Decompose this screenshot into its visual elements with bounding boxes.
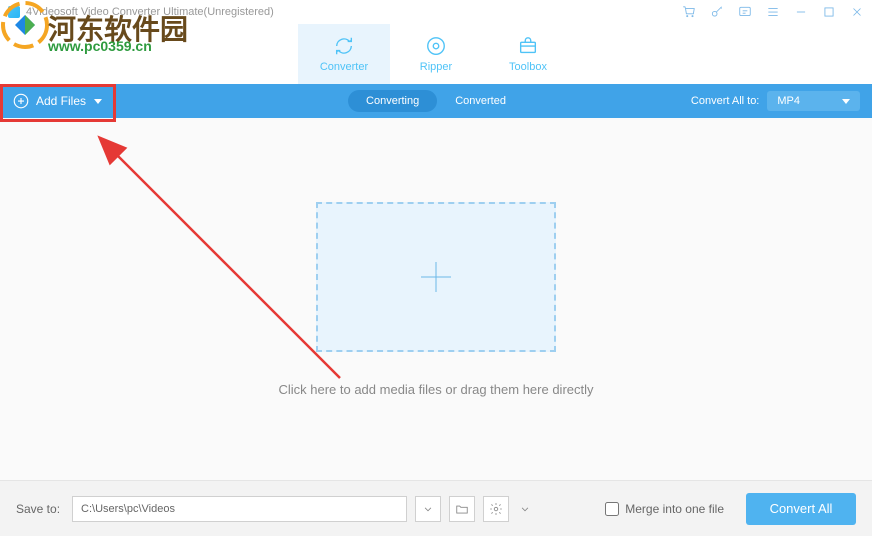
add-files-label: Add Files <box>36 94 86 108</box>
merge-checkbox-label: Merge into one file <box>625 502 724 516</box>
drop-zone[interactable] <box>316 202 556 352</box>
path-dropdown-button[interactable] <box>415 496 441 522</box>
subtab-converting[interactable]: Converting <box>348 90 437 112</box>
cart-icon[interactable] <box>682 5 696 19</box>
settings-button[interactable] <box>483 496 509 522</box>
drop-zone-hint: Click here to add media files or drag th… <box>278 382 593 397</box>
main-content-area: Click here to add media files or drag th… <box>0 118 872 480</box>
converter-icon <box>333 35 355 57</box>
chevron-down-icon <box>421 502 435 516</box>
main-tabs: Converter Ripper Toolbox <box>0 24 872 84</box>
merge-checkbox-input[interactable] <box>605 502 619 516</box>
output-format-value: MP4 <box>777 95 800 107</box>
browse-folder-button[interactable] <box>449 496 475 522</box>
app-title: 4Videosoft Video Converter Ultimate(Unre… <box>26 6 274 18</box>
action-bar: Add Files Converting Converted Convert A… <box>0 84 872 118</box>
feedback-icon[interactable] <box>738 5 752 19</box>
plus-circle-icon <box>12 92 30 110</box>
add-files-button[interactable]: Add Files <box>12 92 102 110</box>
subtab-converted[interactable]: Converted <box>437 90 524 112</box>
save-path-input[interactable]: C:\Users\pc\Videos <box>72 496 407 522</box>
folder-icon <box>455 502 469 516</box>
chevron-down-icon <box>518 502 532 516</box>
close-icon[interactable] <box>850 5 864 19</box>
settings-dropdown-button[interactable] <box>517 496 533 522</box>
gear-icon <box>489 502 503 516</box>
chevron-down-icon <box>842 99 850 104</box>
plus-icon <box>416 257 456 297</box>
convert-all-button[interactable]: Convert All <box>746 493 856 525</box>
bottom-bar: Save to: C:\Users\pc\Videos Merge into o… <box>0 480 872 536</box>
tab-toolbox-label: Toolbox <box>509 61 547 73</box>
merge-checkbox[interactable]: Merge into one file <box>605 502 724 516</box>
minimize-icon[interactable] <box>794 5 808 19</box>
save-path-value: C:\Users\pc\Videos <box>81 503 175 515</box>
tab-toolbox[interactable]: Toolbox <box>482 24 574 84</box>
tab-converter-label: Converter <box>320 61 368 73</box>
tab-converter[interactable]: Converter <box>298 24 390 84</box>
convert-all-to-label: Convert All to: <box>691 95 759 107</box>
tab-ripper[interactable]: Ripper <box>390 24 482 84</box>
save-to-label: Save to: <box>16 502 60 516</box>
app-logo-icon <box>8 6 20 18</box>
maximize-icon[interactable] <box>822 5 836 19</box>
key-icon[interactable] <box>710 5 724 19</box>
titlebar: 4Videosoft Video Converter Ultimate(Unre… <box>0 0 872 24</box>
tab-ripper-label: Ripper <box>420 61 452 73</box>
chevron-down-icon <box>94 99 102 104</box>
output-format-select[interactable]: MP4 <box>767 91 860 111</box>
toolbox-icon <box>517 35 539 57</box>
menu-icon[interactable] <box>766 5 780 19</box>
ripper-icon <box>425 35 447 57</box>
